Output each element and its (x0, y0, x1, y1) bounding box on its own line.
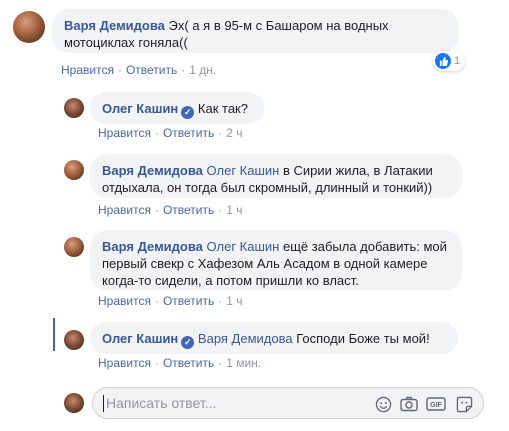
new-comment-indicator (53, 318, 55, 351)
reply-button[interactable]: Ответить (163, 203, 214, 217)
author-name[interactable]: Олег Кашин (102, 101, 178, 116)
current-user-avatar[interactable] (64, 393, 84, 413)
mention-link[interactable]: Варя Демидова (198, 331, 293, 346)
sticker-icon[interactable] (454, 394, 474, 414)
comment-actions: Нравится · Ответить · 1 ч (98, 294, 243, 308)
reply-button[interactable]: Ответить (126, 63, 177, 77)
like-icon (435, 53, 451, 69)
like-button[interactable]: Нравится (98, 126, 151, 140)
avatar[interactable] (13, 11, 45, 43)
comment-actions: Нравится · Ответить · 2 ч (98, 126, 243, 140)
comment-text: Господи Боже ты мой! (296, 331, 430, 346)
reply-button[interactable]: Ответить (163, 294, 214, 308)
camera-icon[interactable] (399, 394, 419, 414)
timestamp[interactable]: 1 ч (226, 294, 242, 308)
like-button[interactable]: Нравится (98, 356, 151, 370)
text-caret (103, 395, 104, 412)
comment-actions: Нравится · Ответить · 1 мин. (98, 356, 262, 370)
reaction-number: 1 (454, 55, 461, 67)
verified-badge-icon: ✓ (181, 336, 195, 349)
smile-icon[interactable] (373, 394, 393, 414)
comment-actions: Нравится · Ответить · 1 ч (98, 203, 243, 217)
avatar[interactable] (64, 98, 84, 118)
comment-actions: Нравится · Ответить · 1 дн. (61, 63, 217, 77)
like-button[interactable]: Нравится (98, 294, 151, 308)
mention-link[interactable]: Олег Кашин (207, 239, 280, 254)
timestamp[interactable]: 2 ч (226, 126, 242, 140)
author-name[interactable]: Варя Демидова (64, 18, 165, 33)
comment-bubble: Олег Кашин ✓ Как так? (90, 92, 264, 124)
like-button[interactable]: Нравится (61, 63, 114, 77)
gif-icon[interactable]: GIF (426, 394, 446, 414)
avatar[interactable] (64, 330, 84, 350)
author-name[interactable]: Варя Демидова (102, 239, 203, 254)
comment-bubble: Варя Демидова Олег Кашин в Сирии жила, в… (90, 154, 462, 198)
verified-badge-icon: ✓ (181, 106, 195, 119)
reply-button[interactable]: Ответить (163, 126, 214, 140)
svg-text:GIF: GIF (430, 402, 442, 409)
reply-button[interactable]: Ответить (163, 356, 214, 370)
avatar[interactable] (64, 237, 84, 257)
comment-text: Как так? (197, 101, 248, 116)
comment-bubble: Варя Демидова Эх( а я в 95-м с Башаром н… (52, 9, 459, 53)
avatar[interactable] (64, 160, 84, 180)
like-button[interactable]: Нравится (98, 203, 151, 217)
reaction-count[interactable]: 1 (433, 51, 466, 71)
comment-bubble: Варя Демидова Олег Кашин ещё забыла доба… (90, 230, 462, 291)
reply-placeholder: Написать ответ... (106, 395, 217, 411)
author-name[interactable]: Варя Демидова (102, 163, 203, 178)
author-name[interactable]: Олег Кашин (102, 331, 178, 346)
timestamp[interactable]: 1 дн. (189, 63, 216, 77)
timestamp[interactable]: 1 мин. (226, 356, 261, 370)
timestamp[interactable]: 1 ч (226, 203, 242, 217)
reply-input[interactable]: Написать ответ... GIF (92, 387, 484, 419)
comment-bubble: Олег Кашин ✓ Варя Демидова Господи Боже т… (90, 322, 458, 354)
mention-link[interactable]: Олег Кашин (207, 163, 280, 178)
